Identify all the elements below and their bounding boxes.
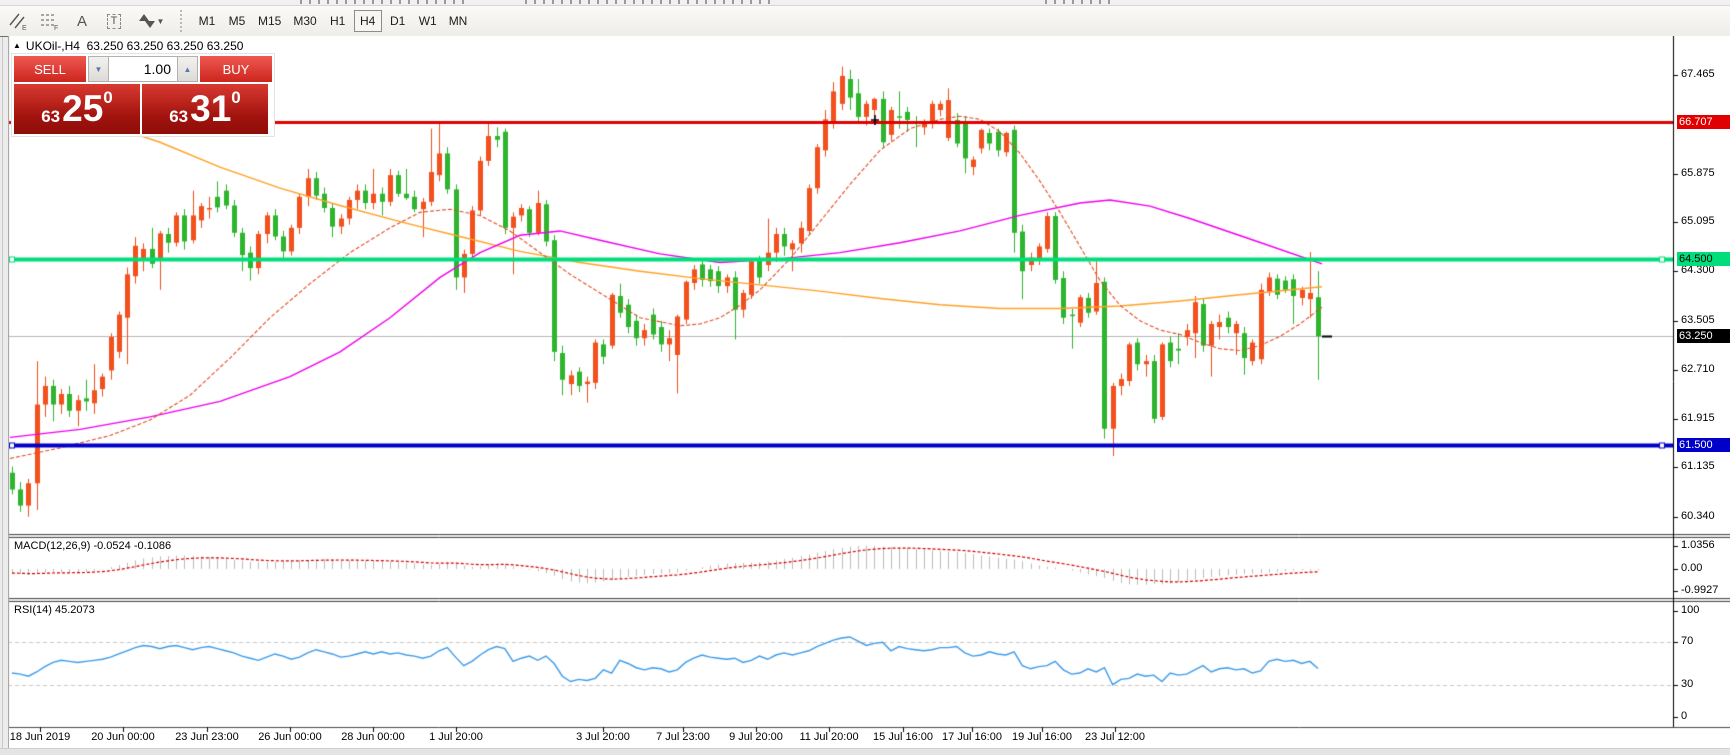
timeframe-h4-button[interactable]: H4 xyxy=(354,10,382,32)
triangle-up-icon: ▲ xyxy=(184,65,192,74)
volume-input[interactable] xyxy=(109,56,177,82)
timeframe-w1-button[interactable]: W1 xyxy=(414,10,442,32)
arrows-tool-button[interactable]: ▼ xyxy=(132,9,170,33)
macd-indicator-label: MACD(12,26,9) -0.0524 -0.1086 xyxy=(14,540,171,552)
toolbar-separator xyxy=(180,10,188,32)
ohlc-values: 63.250 63.250 63.250 63.250 xyxy=(87,39,244,53)
chart-toolbar: E F A T ▼ M1 M5 M15 M30 H1 H4 D1 W1 MN xyxy=(0,6,1730,37)
sell-button[interactable]: SELL xyxy=(14,56,86,82)
volume-increment-button[interactable]: ▲ xyxy=(177,56,198,82)
sell-price-sup: 0 xyxy=(103,88,112,108)
text-tool-button[interactable]: A xyxy=(68,9,96,33)
collapse-panel-icon[interactable]: ▲ xyxy=(13,41,21,50)
timeframe-m15-button[interactable]: M15 xyxy=(253,10,286,32)
symbol-name: UKOil-,H4 xyxy=(26,39,80,53)
window-top-fragment xyxy=(300,0,470,4)
svg-text:F: F xyxy=(54,25,58,31)
fibonacci-button[interactable]: F xyxy=(36,9,64,33)
chart-symbol-header: ▲ UKOil-,H4 63.250 63.250 63.250 63.250 xyxy=(13,39,243,53)
chevron-down-icon: ▼ xyxy=(157,17,165,26)
text-label-tool-button[interactable]: T xyxy=(100,9,128,33)
volume-decrement-button[interactable]: ▼ xyxy=(88,56,109,82)
timeframe-m1-button[interactable]: M1 xyxy=(193,10,221,32)
svg-text:E: E xyxy=(22,25,27,31)
triangle-down-icon: ▼ xyxy=(95,65,103,74)
rsi-indicator-label: RSI(14) 45.2073 xyxy=(14,604,95,616)
buy-price-prefix: 63 xyxy=(169,107,188,127)
window-top-fragment xyxy=(525,0,775,4)
text-label-icon: T xyxy=(107,14,122,29)
text-tool-icon: A xyxy=(77,13,87,30)
window-top-fragment xyxy=(1045,0,1115,4)
arrows-icon xyxy=(138,12,156,30)
equidistant-channel-button[interactable]: E xyxy=(4,9,32,33)
timeframe-d1-button[interactable]: D1 xyxy=(384,10,412,32)
price-chart-canvas[interactable] xyxy=(8,36,1730,748)
sell-price-prefix: 63 xyxy=(41,107,60,127)
sell-price-panel[interactable]: 63 25 0 xyxy=(14,84,140,134)
buy-button[interactable]: BUY xyxy=(200,56,272,82)
timeframe-m30-button[interactable]: M30 xyxy=(288,10,321,32)
timeframe-m5-button[interactable]: M5 xyxy=(223,10,251,32)
fibonacci-icon: F xyxy=(39,11,61,31)
timeframe-mn-button[interactable]: MN xyxy=(444,10,473,32)
volume-stepper: ▼ ▲ xyxy=(88,56,198,82)
buy-price-sup: 0 xyxy=(231,88,240,108)
timeframe-h1-button[interactable]: H1 xyxy=(324,10,352,32)
buy-price-panel[interactable]: 63 31 0 xyxy=(142,84,268,134)
one-click-trading-panel: SELL ▼ ▲ BUY 63 25 0 63 31 0 xyxy=(12,54,274,136)
equidistant-channel-icon: E xyxy=(7,11,29,31)
buy-price-big: 31 xyxy=(190,87,231,131)
window-left-edge xyxy=(0,37,9,754)
sell-price-big: 25 xyxy=(62,87,103,131)
